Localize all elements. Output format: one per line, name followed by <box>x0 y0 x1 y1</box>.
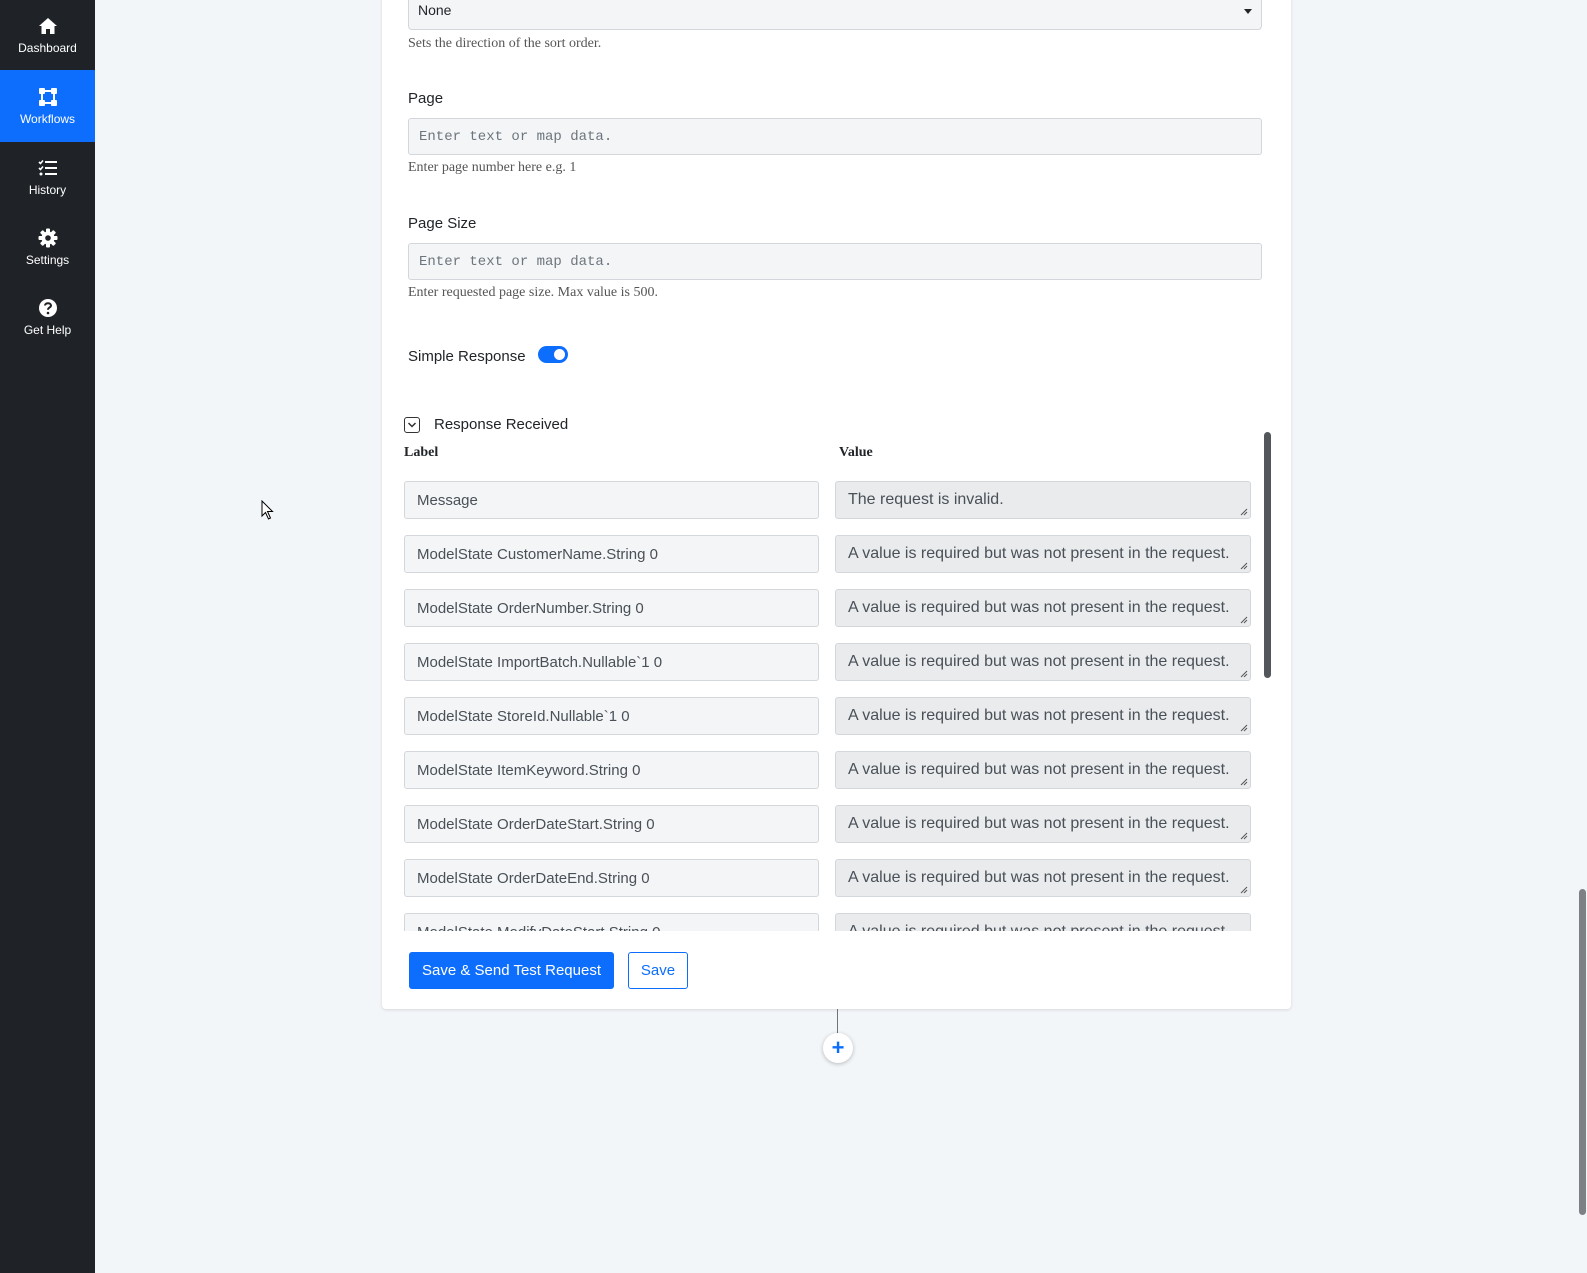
step-connector-line <box>837 1009 838 1035</box>
column-header-value: Value <box>839 445 873 460</box>
resize-grip-icon[interactable] <box>1240 778 1248 786</box>
row-value-text: A value is required but was not present … <box>848 869 1230 886</box>
sidebar-item-label: Dashboard <box>18 41 77 55</box>
sidebar-item-label: Get Help <box>23 323 72 337</box>
row-label-field[interactable]: ModelState StoreId.Nullable`1 0 <box>404 697 819 735</box>
row-value-text: A value is required but was not present … <box>848 923 1230 931</box>
page-scrollbar-thumb[interactable] <box>1579 889 1586 1215</box>
save-send-test-request-button[interactable]: Save & Send Test Request <box>409 952 614 989</box>
sidebar-item-get-help[interactable]: Get Help <box>0 282 95 352</box>
sidebar: Dashboard Workflows History Settings Get… <box>0 0 95 1273</box>
caret-down-icon <box>1244 9 1252 14</box>
row-label-field[interactable]: ModelState ModifyDateStart.String 0 <box>404 913 819 931</box>
table-row: Message The request is invalid. <box>404 481 1254 519</box>
sidebar-item-settings[interactable]: Settings <box>0 212 95 282</box>
resize-grip-icon[interactable] <box>1240 562 1248 570</box>
toggle-knob <box>554 349 565 360</box>
plus-icon: + <box>831 1035 845 1060</box>
row-value-text: A value is required but was not present … <box>848 599 1230 616</box>
sidebar-item-label: History <box>28 183 67 197</box>
page-input[interactable] <box>408 118 1262 155</box>
page-scrollbar[interactable] <box>1578 0 1587 1273</box>
row-label-field[interactable]: ModelState OrderDateEnd.String 0 <box>404 859 819 897</box>
row-label-field[interactable]: ModelState OrderDateStart.String 0 <box>404 805 819 843</box>
resize-grip-icon[interactable] <box>1240 670 1248 678</box>
simple-response-toggle[interactable] <box>538 346 568 363</box>
workflow-icon <box>37 86 59 108</box>
row-value-text: A value is required but was not present … <box>848 815 1230 832</box>
response-scrollbar[interactable] <box>1264 432 1271 929</box>
row-value-field[interactable]: A value is required but was not present … <box>835 805 1251 843</box>
resize-grip-icon[interactable] <box>1240 508 1248 516</box>
gear-icon <box>37 227 59 249</box>
table-row: ModelState ModifyDateStart.String 0 A va… <box>404 913 1254 931</box>
resize-grip-icon[interactable] <box>1240 616 1248 624</box>
page-size-label: Page Size <box>408 215 477 232</box>
page-help: Enter page number here e.g. 1 <box>408 160 577 175</box>
row-label-field[interactable]: ModelState OrderNumber.String 0 <box>404 589 819 627</box>
save-button[interactable]: Save <box>628 952 688 989</box>
page-size-input[interactable] <box>408 243 1262 280</box>
row-label-field[interactable]: Message <box>404 481 819 519</box>
resize-grip-icon[interactable] <box>1240 886 1248 894</box>
question-circle-icon <box>37 297 59 319</box>
table-row: ModelState OrderDateStart.String 0 A val… <box>404 805 1254 843</box>
row-value-text: A value is required but was not present … <box>848 707 1230 724</box>
response-collapse-toggle[interactable] <box>404 417 420 433</box>
row-value-field[interactable]: A value is required but was not present … <box>835 535 1251 573</box>
table-row: ModelState CustomerName.String 0 A value… <box>404 535 1254 573</box>
chevron-down-icon <box>407 416 417 434</box>
row-value-text: A value is required but was not present … <box>848 761 1230 778</box>
row-value-field[interactable]: A value is required but was not present … <box>835 697 1251 735</box>
response-table[interactable]: Message The request is invalid. ModelSta… <box>404 470 1264 931</box>
history-list-icon <box>37 157 59 179</box>
sidebar-item-workflows[interactable]: Workflows <box>0 70 95 142</box>
table-row: ModelState OrderNumber.String 0 A value … <box>404 589 1254 627</box>
table-row: ModelState OrderDateEnd.String 0 A value… <box>404 859 1254 897</box>
table-row: ModelState ItemKeyword.String 0 A value … <box>404 751 1254 789</box>
resize-grip-icon[interactable] <box>1240 832 1248 840</box>
sidebar-item-label: Settings <box>25 253 70 267</box>
row-value-field[interactable]: The request is invalid. <box>835 481 1251 519</box>
mouse-cursor-icon <box>261 500 274 520</box>
row-value-field[interactable]: A value is required but was not present … <box>835 643 1251 681</box>
row-label-field[interactable]: ModelState ItemKeyword.String 0 <box>404 751 819 789</box>
page-size-help: Enter requested page size. Max value is … <box>408 285 658 300</box>
row-value-field[interactable]: A value is required but was not present … <box>835 913 1251 931</box>
row-value-text: The request is invalid. <box>848 491 1004 508</box>
response-received-title: Response Received <box>434 416 569 433</box>
row-value-field[interactable]: A value is required but was not present … <box>835 751 1251 789</box>
home-icon <box>37 15 59 37</box>
row-label-field[interactable]: ModelState ImportBatch.Nullable`1 0 <box>404 643 819 681</box>
sidebar-item-history[interactable]: History <box>0 142 95 212</box>
step-config-card: None Sets the direction of the sort orde… <box>382 0 1291 1009</box>
row-value-text: A value is required but was not present … <box>848 653 1230 670</box>
sidebar-item-label: Workflows <box>19 112 76 126</box>
add-step-button[interactable]: + <box>823 1033 853 1063</box>
resize-grip-icon[interactable] <box>1240 724 1248 732</box>
sort-direction-value: None <box>418 2 452 18</box>
page-label: Page <box>408 90 444 107</box>
row-value-field[interactable]: A value is required but was not present … <box>835 859 1251 897</box>
response-scrollbar-thumb[interactable] <box>1264 432 1271 678</box>
row-value-text: A value is required but was not present … <box>848 545 1230 562</box>
sort-direction-help: Sets the direction of the sort order. <box>408 36 602 51</box>
table-row: ModelState StoreId.Nullable`1 0 A value … <box>404 697 1254 735</box>
table-row: ModelState ImportBatch.Nullable`1 0 A va… <box>404 643 1254 681</box>
sort-direction-select[interactable]: None <box>408 0 1262 30</box>
sidebar-item-dashboard[interactable]: Dashboard <box>0 0 95 70</box>
column-header-label: Label <box>404 445 439 460</box>
simple-response-label: Simple Response <box>408 348 526 365</box>
row-value-field[interactable]: A value is required but was not present … <box>835 589 1251 627</box>
row-label-field[interactable]: ModelState CustomerName.String 0 <box>404 535 819 573</box>
